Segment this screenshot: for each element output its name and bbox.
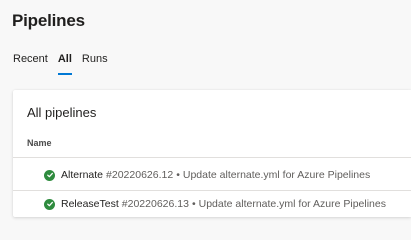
all-pipelines-card: All pipelines Name Alternate #20220626.1… (13, 90, 411, 217)
separator-dot: • (176, 169, 180, 181)
run-number: #20220626.12 (106, 169, 174, 181)
header-divider (13, 157, 411, 158)
check-circle-icon (44, 169, 55, 181)
pipeline-row-releasetest[interactable]: ReleaseTest #20220626.13 • Update altern… (13, 191, 411, 217)
tab-runs[interactable]: Runs (82, 51, 108, 77)
card-title: All pipelines (27, 105, 97, 120)
separator-dot: • (191, 198, 196, 210)
tab-recent[interactable]: Recent (13, 51, 48, 77)
pipeline-name[interactable]: Alternate (61, 169, 103, 181)
page-title: Pipelines (12, 11, 85, 30)
tab-bar: Recent All Runs (13, 51, 118, 77)
commit-message: Update alternate.yml for Azure Pipelines (198, 198, 386, 210)
pipeline-name[interactable]: ReleaseTest (61, 198, 119, 210)
commit-message: Update alternate.yml for Azure Pipelines (182, 169, 371, 181)
run-number: #20220626.13 (121, 198, 189, 210)
pipeline-row-alternate[interactable]: Alternate #20220626.12 • Update alternat… (13, 162, 411, 188)
tab-all[interactable]: All (57, 51, 72, 77)
column-header-name[interactable]: Name (27, 138, 52, 148)
check-circle-icon (44, 198, 55, 210)
